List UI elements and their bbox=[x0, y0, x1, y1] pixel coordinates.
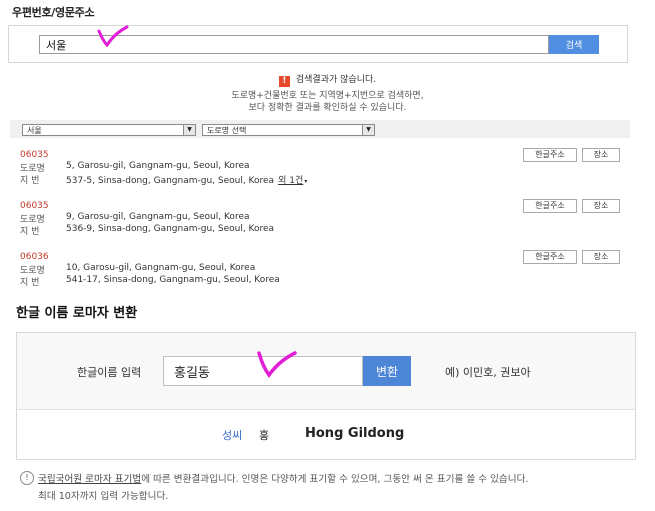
filter-bar: 서울 ▼ 도로명 선택 ▼ bbox=[10, 120, 630, 138]
note-line1: 국립국어원 로마자 표기법에 따른 변환결과입니다. 인명은 다양하게 표기할 … bbox=[38, 471, 528, 485]
lot-address-row: 537-5, Sinsa-dong, Gangnam-gu, Seoul, Ko… bbox=[66, 173, 307, 186]
romanize-panel: 한글이름 입력 변환 예) 이민호, 권보아 성씨 홍 Hong Gildong bbox=[16, 332, 636, 460]
name-input-label: 한글이름 입력 bbox=[77, 366, 142, 379]
road-address: 10, Garosu-gil, Gangnam-gu, Seoul, Korea bbox=[66, 263, 256, 273]
info-icon: ! bbox=[20, 471, 34, 485]
address-search-box: 검색 bbox=[8, 25, 628, 63]
map-button[interactable]: 장소 bbox=[582, 199, 620, 213]
korean-address-button[interactable]: 한글주소 bbox=[523, 199, 577, 213]
road-address: 9, Garosu-gil, Gangnam-gu, Seoul, Korea bbox=[66, 212, 250, 222]
result-item: 06036 한글주소 장소 도로명 10, Garosu-gil, Gangna… bbox=[20, 250, 620, 288]
romanize-input-area: 한글이름 입력 변환 예) 이민호, 권보아 bbox=[17, 333, 635, 410]
romanized-name: Hong Gildong bbox=[305, 426, 405, 441]
romanize-result: 성씨 홍 Hong Gildong bbox=[17, 426, 635, 447]
romanize-section-title: 한글 이름 로마자 변환 bbox=[16, 306, 138, 321]
romanization-rule-link[interactable]: 국립국어원 로마자 표기법 bbox=[38, 474, 141, 485]
note-line1-text: 에 따른 변환결과입니다. 인명은 다양하게 표기할 수 있으며, 그동안 써 … bbox=[141, 474, 529, 485]
no-result-text: 검색결과가 않습니다. bbox=[295, 75, 377, 85]
chevron-down-icon: ▼ bbox=[183, 125, 195, 135]
city-select[interactable]: 서울 ▼ bbox=[22, 124, 196, 136]
chevron-down-icon: ▾ bbox=[304, 178, 308, 185]
result-item: 06035 한글주소 장소 도로명 9, Garosu-gil, Gangnam… bbox=[20, 199, 620, 237]
city-select-value: 서울 bbox=[27, 126, 42, 135]
example-text: 예) 이민호, 권보아 bbox=[445, 366, 531, 379]
lot-label: 지 번 bbox=[20, 227, 40, 237]
korean-address-button[interactable]: 한글주소 bbox=[523, 148, 577, 162]
result-zip: 06035 bbox=[20, 201, 49, 211]
map-button[interactable]: 장소 bbox=[582, 148, 620, 162]
annotation-check-mark bbox=[257, 351, 297, 378]
lot-label: 지 번 bbox=[20, 176, 40, 186]
convert-button[interactable]: 변환 bbox=[363, 356, 411, 386]
lot-address: 536-9, Sinsa-dong, Gangnam-gu, Seoul, Ko… bbox=[66, 224, 275, 234]
more-results-link[interactable]: 외 1건 bbox=[278, 176, 303, 186]
lot-address: 541-17, Sinsa-dong, Gangnam-gu, Seoul, K… bbox=[66, 275, 280, 285]
lot-address: 537-5, Sinsa-dong, Gangnam-gu, Seoul, Ko… bbox=[66, 176, 275, 186]
surname-value: 홍 bbox=[259, 429, 270, 442]
road-select-value: 도로명 선택 bbox=[207, 126, 247, 135]
search-tip-line2: 보다 정확한 결과를 확인하실 수 있습니다. bbox=[248, 103, 407, 113]
surname-label: 성씨 bbox=[222, 429, 243, 442]
road-address: 5, Garosu-gil, Gangnam-gu, Seoul, Korea bbox=[66, 161, 250, 171]
result-zip: 06035 bbox=[20, 150, 49, 160]
chevron-down-icon: ▼ bbox=[362, 125, 374, 135]
lot-label: 지 번 bbox=[20, 278, 40, 288]
road-select[interactable]: 도로명 선택 ▼ bbox=[202, 124, 375, 136]
note-line2: 최대 10자까지 입력 가능합니다. bbox=[38, 491, 169, 502]
postcode-section-title: 우편번호/영문주소 bbox=[12, 6, 95, 19]
map-button[interactable]: 장소 bbox=[582, 250, 620, 264]
no-result-message: ! 검색결과가 않습니다. bbox=[0, 72, 655, 87]
address-search-button[interactable]: 검색 bbox=[549, 35, 599, 54]
annotation-check-mark bbox=[97, 25, 129, 47]
korean-address-button[interactable]: 한글주소 bbox=[523, 250, 577, 264]
result-item: 06035 한글주소 장소 도로명 5, Garosu-gil, Gangnam… bbox=[20, 148, 620, 186]
result-zip: 06036 bbox=[20, 252, 49, 262]
exclamation-icon: ! bbox=[278, 76, 290, 87]
